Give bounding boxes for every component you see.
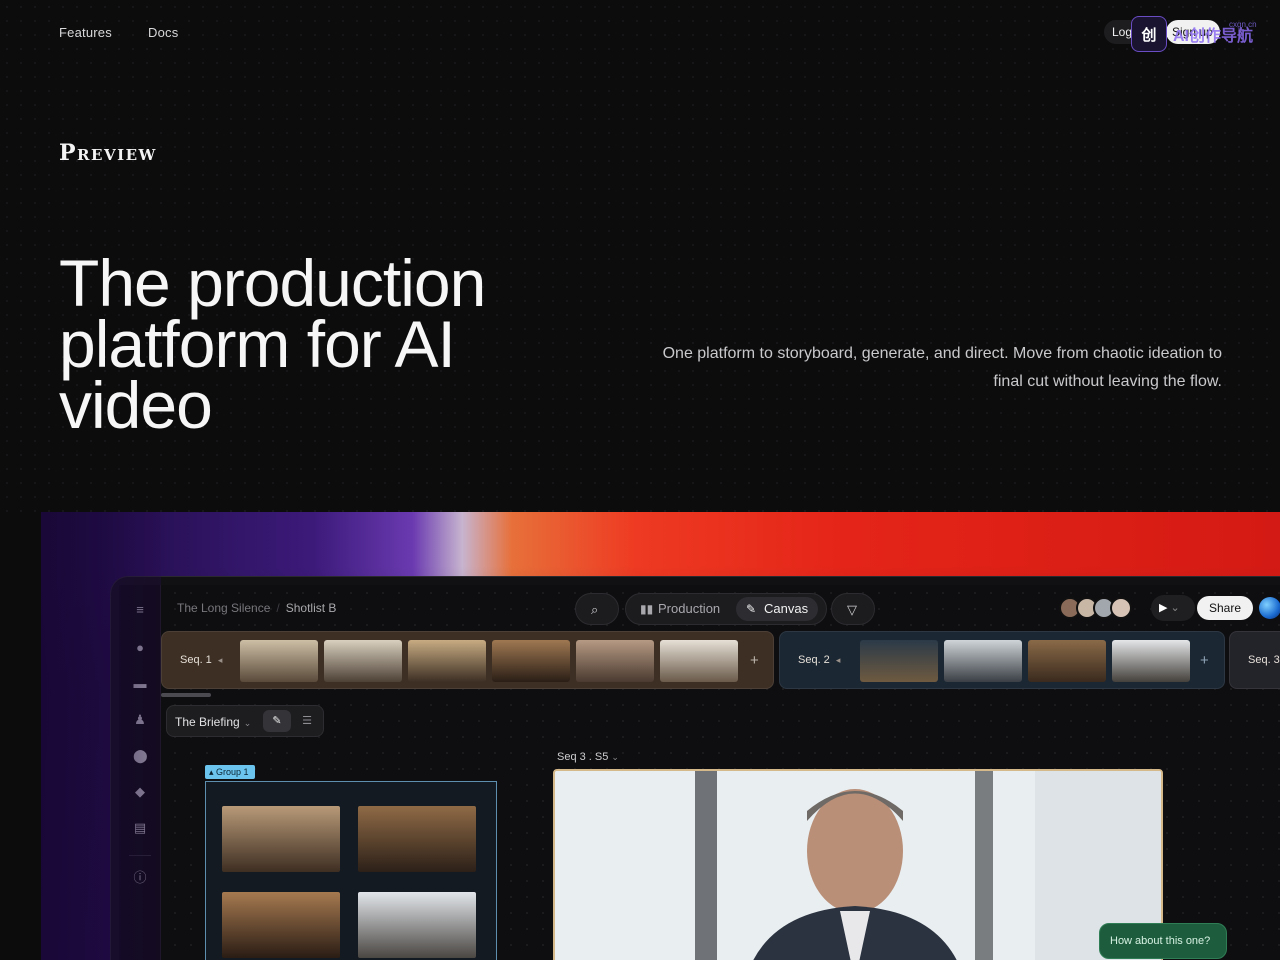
list-icon: ☰ [302,715,312,727]
watermark-domain: cxgn.cn [1229,20,1257,29]
canvas-mode-button[interactable]: ✎ [263,710,291,732]
shot-preview-frame[interactable] [553,769,1163,960]
search-icon: ⌕ [591,602,599,617]
tab-production-label: Production [658,601,721,616]
backdrop-fade [41,512,161,960]
globe-icon[interactable] [1259,597,1280,619]
shot-thumbnail[interactable] [492,640,570,682]
tab-production[interactable]: ▮▮ Production [630,597,730,621]
chat-bubble[interactable]: How about this one? [1099,923,1227,959]
columns-icon: ▮▮ [640,602,654,616]
sequence-strip-3[interactable]: Seq. 3 [1229,631,1280,689]
shot-thumbnail[interactable] [944,640,1022,682]
caret-up-icon: ▴ [209,767,214,777]
sequence-label-text: Seq. 1 [180,654,212,666]
watermark-overlay: 创 AI创作导航 cxgn.cn [1131,16,1263,52]
add-shot-icon[interactable]: + [1200,652,1209,669]
watermark-logo-icon: 创 [1131,16,1167,52]
top-nav: Features Docs Log in Sign up 创 AI创作导航 cx… [0,0,1280,64]
filter-icon: ▽ [847,602,857,617]
shot-thumbnail[interactable] [1028,640,1106,682]
sequence-strip-1[interactable]: Seq. 1 ◂ + [161,631,774,689]
group-shot-thumbnail[interactable] [358,806,476,872]
breadcrumb-current[interactable]: Shotlist B [286,601,337,615]
shot-thumbnail[interactable] [240,640,318,682]
group-label[interactable]: ▴ Group 1 [205,765,255,779]
group-label-text: Group 1 [216,767,249,777]
breadcrumb: The Long Silence / Shotlist B [177,601,336,615]
shot-thumbnail[interactable] [408,640,486,682]
hero-title: The production platform for AI video [59,246,486,442]
filter-button[interactable]: ▽ [831,593,875,625]
app-canvas: ≡ ● ▬ ♟ ⬤ ◆ ▤ ⓘ The Long Silence/Shotlis… [119,585,1280,960]
search-button[interactable]: ⌕ [575,593,619,625]
chevron-down-icon: ⌄ [1170,602,1180,614]
sequence-label: Seq. 2 ◂ [798,654,840,666]
pencil-icon: ✎ [272,715,282,727]
tab-canvas[interactable]: ✎ Canvas [736,597,819,621]
collaborator-avatars[interactable] [1059,597,1132,619]
sequence-strip-2[interactable]: Seq. 2 ◂ + [779,631,1225,689]
play-icon: ▶ [1159,602,1168,614]
pencil-icon: ✎ [746,602,757,616]
sequence-label-text: Seq. 2 [798,654,830,666]
board-selector[interactable]: The Briefing ⌄ ✎ ☰ [166,705,324,737]
chevron-down-icon: ⌄ [611,752,619,762]
sequence-label: Seq. 3 [1248,654,1280,666]
strip-scrollbar[interactable] [161,693,211,697]
board-name-text: The Briefing [175,715,240,729]
breadcrumb-separator: / [276,601,280,615]
list-mode-button[interactable]: ☰ [295,710,319,732]
shot-label-text: Seq 3 . S5 [557,751,609,763]
app-window-preview: ≡ ● ▬ ♟ ⬤ ◆ ▤ ⓘ The Long Silence/Shotlis… [110,576,1280,960]
group-shot-thumbnail[interactable] [222,806,340,872]
group-shot-thumbnail[interactable] [358,892,476,958]
shot-thumbnail[interactable] [324,640,402,682]
chevron-left-icon: ◂ [835,655,841,665]
shot-group[interactable] [205,781,497,960]
tab-canvas-label: Canvas [764,601,809,616]
nav-link-features[interactable]: Features [59,25,112,40]
chevron-left-icon: ◂ [217,655,223,665]
shot-preview-image [555,771,1161,960]
hero-subtitle: One platform to storyboard, generate, an… [662,345,1222,390]
brand-logo[interactable]: Preview [59,140,157,166]
view-switcher: ▮▮ Production ✎ Canvas [625,593,827,625]
share-button[interactable]: Share [1197,596,1253,620]
shot-thumbnail[interactable] [660,640,738,682]
avatar [1110,597,1132,619]
shot-thumbnail[interactable] [576,640,654,682]
shot-label[interactable]: Seq 3 . S5 ⌄ [557,751,619,763]
add-shot-icon[interactable]: + [750,652,759,669]
nav-link-docs[interactable]: Docs [148,25,178,40]
shot-thumbnail[interactable] [860,640,938,682]
app-toolbar: The Long Silence / Shotlist B ⌕ ▮▮ Product… [161,585,1280,629]
group-shot-thumbnail[interactable] [222,892,340,958]
play-button[interactable]: ▶ ⌄ [1151,595,1195,621]
sequence-label: Seq. 1 ◂ [180,654,222,666]
board-name: The Briefing ⌄ [175,715,251,729]
shot-thumbnail[interactable] [1112,640,1190,682]
chevron-down-icon: ⌄ [243,718,252,728]
breadcrumb-project[interactable]: The Long Silence [177,601,270,615]
